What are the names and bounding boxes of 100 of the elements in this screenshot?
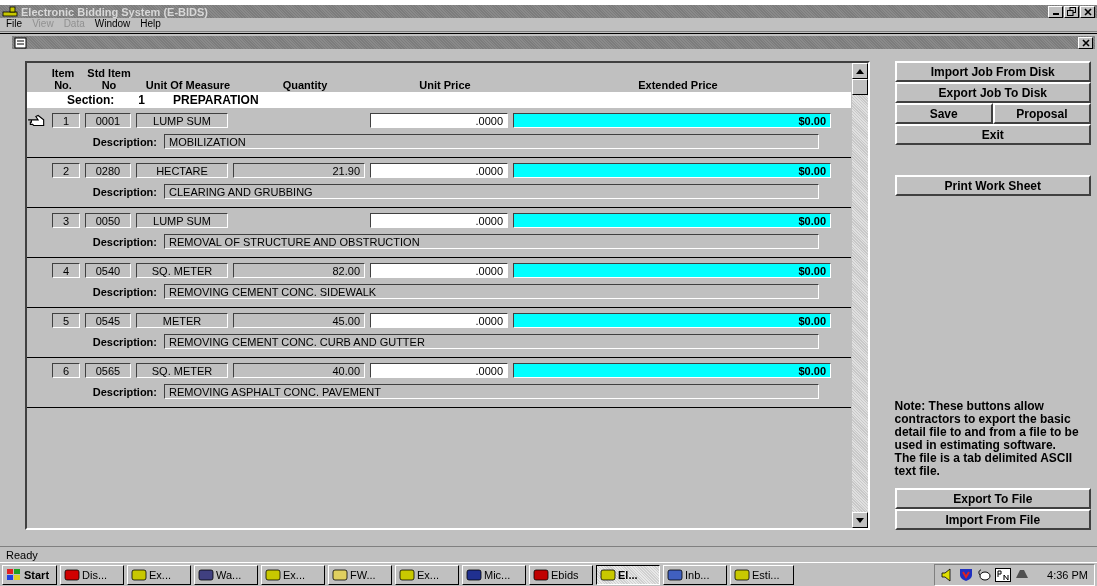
app-icon (198, 567, 214, 582)
description-field: REMOVAL OF STRUCTURE AND OBSTRUCTION (164, 234, 819, 249)
taskbar-item[interactable]: FW... (328, 564, 392, 585)
windows-flag-icon (6, 568, 22, 581)
column-header: Unit Of Measure (144, 79, 232, 91)
mouse-icon[interactable] (977, 567, 992, 582)
taskbar-item[interactable]: Wa... (194, 564, 258, 585)
description-label: Description: (91, 135, 157, 148)
item-number-field: 3 (52, 213, 80, 228)
unit-price-input[interactable]: .0000 (370, 113, 508, 128)
app-icon (131, 567, 147, 582)
down-arrow-icon (855, 517, 864, 523)
unit-field: HECTARE (136, 163, 228, 178)
unit-field: SQ. METER (136, 263, 228, 278)
close-icon (1083, 7, 1092, 16)
unit-price-input[interactable]: .0000 (370, 363, 508, 378)
save-button[interactable]: Save (894, 103, 993, 124)
app-icon (466, 567, 482, 582)
export-job-button[interactable]: Export Job To Disk (894, 82, 1091, 103)
unit-price-input[interactable]: .0000 (370, 163, 508, 178)
unit-price-input[interactable]: .0000 (370, 213, 508, 228)
description-field: REMOVING CEMENT CONC. CURB AND GUTTER (164, 334, 819, 349)
description-label: Description: (91, 285, 157, 298)
keyboard-indicator-icon[interactable] (995, 567, 1012, 582)
taskbar-item[interactable]: Ex... (127, 564, 191, 585)
taskbar-item[interactable]: Mic... (462, 564, 526, 585)
close-button[interactable] (1078, 36, 1093, 49)
column-header: Quantity (281, 79, 329, 91)
extended-price-field: $0.00 (513, 113, 831, 128)
app-icon (600, 567, 616, 582)
unit-field: SQ. METER (136, 363, 228, 378)
description-field: MOBILIZATION (164, 134, 819, 149)
description-label: Description: (91, 385, 157, 398)
column-header: Unit Price (418, 79, 472, 91)
vertical-scrollbar[interactable] (850, 63, 868, 528)
std-item-field: 0280 (85, 163, 131, 178)
taskbar-item[interactable]: Ebids (529, 564, 593, 585)
minimize-button[interactable] (1048, 5, 1063, 18)
app-icon (734, 567, 750, 582)
unit-price-input[interactable]: .0000 (370, 313, 508, 328)
std-item-field: 0001 (85, 113, 131, 128)
item-number-field: 2 (52, 163, 80, 178)
minimize-icon (1052, 13, 1059, 15)
clock: 4:36 PM (1047, 568, 1088, 581)
export-file-button[interactable]: Export To File (894, 488, 1091, 509)
scroll-thumb[interactable] (851, 79, 868, 95)
app-icon (332, 567, 348, 582)
shield-icon[interactable] (959, 567, 974, 582)
taskbar-item[interactable]: Dis... (60, 564, 124, 585)
up-arrow-icon (855, 68, 864, 74)
description-label: Description: (91, 235, 157, 248)
taskbar-item[interactable]: Esti... (730, 564, 794, 585)
start-button[interactable]: Start (2, 564, 57, 585)
taskbar-item[interactable]: Ex... (261, 564, 325, 585)
menu-item[interactable]: Help (140, 18, 161, 29)
app-icon (265, 567, 281, 582)
extended-price-field: $0.00 (513, 363, 831, 378)
taskbar-item[interactable]: Inb... (663, 564, 727, 585)
menu-item[interactable]: Window (94, 18, 131, 29)
extended-price-field: $0.00 (513, 313, 831, 328)
unit-field: LUMP SUM (136, 113, 228, 128)
menu-item[interactable]: File (6, 18, 23, 29)
import-file-button[interactable]: Import From File (894, 509, 1091, 530)
std-item-field: 0050 (85, 213, 131, 228)
taskbar-item[interactable]: Ex... (395, 564, 459, 585)
app-icon (399, 567, 415, 582)
taskbar-item[interactable]: El... (596, 564, 660, 585)
description-label: Description: (91, 335, 157, 348)
app-icon (667, 567, 683, 582)
document-icon (14, 36, 28, 49)
extended-price-field: $0.00 (513, 213, 831, 228)
section-label: Section: (67, 93, 115, 107)
std-item-field: 0565 (85, 363, 131, 378)
window-title: Electronic Bidding System (E-BIDS) (21, 5, 210, 18)
unit-price-input[interactable]: .0000 (370, 263, 508, 278)
restore-icon (1067, 7, 1076, 16)
close-button[interactable] (1080, 5, 1095, 18)
std-item-field: 0545 (85, 313, 131, 328)
unit-field: LUMP SUM (136, 213, 228, 228)
print-work-sheet-button[interactable]: Print Work Sheet (894, 175, 1091, 196)
description-field: REMOVING ASPHALT CONC. PAVEMENT (164, 384, 819, 399)
item-number-field: 1 (52, 113, 80, 128)
quantity-field: 45.00 (233, 313, 365, 328)
std-item-field: 0540 (85, 263, 131, 278)
description-field: CLEARING AND GRUBBING (164, 184, 819, 199)
restore-button[interactable] (1064, 5, 1079, 18)
description-field: REMOVING CEMENT CONC. SIDEWALK (164, 284, 819, 299)
item-number-field: 4 (52, 263, 80, 278)
status-text: Ready (6, 548, 38, 561)
column-header: Item No. (50, 67, 76, 91)
exit-button[interactable]: Exit (894, 124, 1091, 145)
extended-price-field: $0.00 (513, 163, 831, 178)
item-number-field: 6 (52, 363, 80, 378)
extended-price-field: $0.00 (513, 263, 831, 278)
import-job-button[interactable]: Import Job From Disk (894, 61, 1091, 82)
proposal-button[interactable]: Proposal (992, 103, 1091, 124)
column-header: Std Item No (86, 67, 132, 91)
section-number: 1 (138, 93, 146, 107)
description-label: Description: (91, 185, 157, 198)
section-name: PREPARATION (173, 93, 259, 107)
